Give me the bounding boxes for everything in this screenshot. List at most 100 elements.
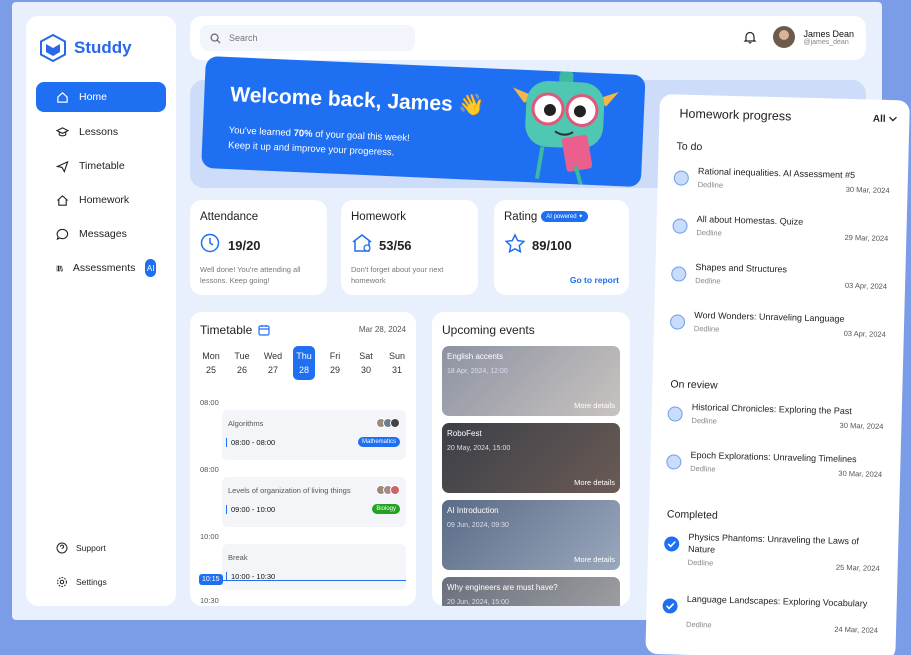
status-circle[interactable] [673,170,689,186]
homework-item[interactable]: Word Wonders: Unraveling Language Dedline… [669,308,886,354]
lesson-slot[interactable]: Algorithms 08:00 - 08:00 Mathematics [222,410,406,460]
clock-icon [200,233,220,253]
day-name: Sat [359,351,373,361]
sidebar-item-label: Assessments [72,262,136,274]
bell-icon[interactable] [743,30,757,44]
day-mon[interactable]: Mon 25 [200,346,222,380]
break-slot[interactable]: Break 10:00 - 10:30 [222,544,406,590]
deadline-label: Dedline [693,323,720,334]
more-details-link[interactable]: More details [574,555,615,564]
day-thu[interactable]: Thu 28 [293,346,315,380]
welcome-banner: Welcome back, James 👋 You've learned 70%… [201,56,646,188]
support-link[interactable]: Support [56,542,106,554]
homework-name: All about Homestas. Quize [696,214,804,227]
user-area[interactable]: James Dean @james_dean [743,26,854,48]
event-card[interactable]: RoboFest 20 May, 2024, 15:00 More detail… [442,423,620,493]
more-details-link[interactable]: More details [574,478,615,487]
filter-value: All [872,113,886,125]
homework-item[interactable]: Physics Phantoms: Unraveling the Laws of… [663,530,880,586]
day-fri[interactable]: Fri 29 [324,346,346,380]
event-name: Why engineers are must have? [447,583,558,592]
rating-value: 89/100 [532,238,572,253]
sidebar-item-label: Messages [79,228,127,240]
rating-card: Rating AI powered ✦ 89/100 Go to report [494,200,629,295]
timetable-card: Timetable Mar 28, 2024 Mon 25 Tue 26 Wed 27… [190,312,416,606]
sidebar-item-label: Home [79,91,108,103]
homework-name: Physics Phantoms: Unraveling the Laws of… [687,531,860,555]
sidebar-item-lessons[interactable]: Lessons [36,117,166,147]
deadline-label: Dedline [697,180,724,190]
day-wed[interactable]: Wed 27 [262,346,284,380]
star-icon [504,233,526,254]
lesson-time: 09:00 - 10:00 [226,505,275,514]
ai-badge: AI [145,259,156,277]
day-name: Sun [388,351,405,361]
day-number: 28 [298,365,309,375]
homework-note: Don't forget about your next homework [351,265,444,285]
day-name: Thu [296,351,312,361]
homework-item[interactable]: Rational inequalities. AI Assessment #5 D… [673,164,890,210]
break-title: Break [228,553,248,562]
user-handle: @james_dean [803,38,849,46]
avatar[interactable] [773,26,796,48]
status-circle[interactable] [669,314,686,330]
go-to-report-link[interactable]: Go to report [570,275,619,285]
homework-name: Historical Chronicles: Exploring the Pas… [691,401,852,417]
status-circle[interactable] [672,218,688,234]
sidebar-item-timetable[interactable]: Timetable [36,151,166,181]
timetable-header: Timetable [200,323,270,337]
homework-item[interactable]: Shapes and Structures Dedline 03 Apr, 2024 [671,260,888,306]
ai-powered-badge: AI powered ✦ [541,211,589,223]
search-box[interactable] [200,25,415,51]
filter-dropdown[interactable]: All [873,114,898,126]
status-circle[interactable] [666,454,682,470]
sidebar-item-label: Lessons [79,126,119,138]
welcome-line1-prefix: You've learned [228,125,294,139]
event-card[interactable]: English accents 18 Apr, 2024, 12:00 More… [442,346,620,416]
lesson-title: Algorithms [228,419,264,428]
day-number: 27 [267,365,278,375]
sidebar: Studdy Home Lessons Timetable Homework M… [26,16,176,606]
calendar-icon[interactable] [258,324,270,336]
event-card[interactable]: Why engineers are must have? 20 Jun, 202… [442,577,620,606]
homework-name: Shapes and Structures [695,261,788,275]
homework-item[interactable]: All about Homestas. Quize Dedline 29 Mar, … [672,212,889,258]
sidebar-item-assessments[interactable]: Assessments AI [36,253,166,283]
monster-mascot-icon [512,71,619,186]
settings-link[interactable]: Settings [56,576,107,588]
gear-icon [57,577,67,587]
status-circle[interactable] [667,406,683,422]
lesson-title: Levels of organization of living things [228,486,351,495]
more-details-link[interactable]: More details [574,401,615,410]
sidebar-item-home[interactable]: Home [36,82,166,112]
homework-item[interactable]: Epoch Explorations: Unraveling Timelines… [666,448,883,494]
day-number: 25 [205,365,216,375]
homework-item[interactable]: Language Landscapes: Exploring Vocabular… [662,592,879,648]
homework-item[interactable]: Historical Chronicles: Exploring the Pas… [667,400,884,446]
sidebar-item-label: Homework [79,194,130,206]
homework-name: Language Landscapes: Exploring Vocabular… [686,593,868,609]
search-input[interactable] [229,33,399,43]
welcome-line1-suffix: of your goal this week! [312,128,410,144]
homework-title: Homework [351,211,406,223]
support-label: Support [76,543,106,553]
status-check[interactable] [664,536,680,552]
deadline-label: Dedline [696,228,722,238]
status-check[interactable] [662,598,678,614]
chat-icon [56,228,69,240]
sidebar-item-homework[interactable]: Homework [36,185,166,215]
homework-value: 53/56 [379,238,412,253]
graduation-cap-icon [56,126,69,136]
homework-name: Epoch Explorations: Unraveling Timelines [690,449,857,465]
day-sat[interactable]: Sat 30 [355,346,377,380]
event-card[interactable]: AI Introduction 09 Jun, 2024, 09:30 More… [442,500,620,570]
day-tue[interactable]: Tue 26 [231,346,253,380]
sidebar-item-label: Timetable [79,160,125,172]
logo[interactable]: Studdy [40,34,132,62]
status-circle[interactable] [671,266,687,282]
participants-avatars [376,485,400,495]
day-sun[interactable]: Sun 31 [386,346,408,380]
lesson-slot[interactable]: Levels of organization of living things … [222,477,406,527]
event-name: AI Introduction [447,506,499,515]
sidebar-item-messages[interactable]: Messages [36,219,166,249]
